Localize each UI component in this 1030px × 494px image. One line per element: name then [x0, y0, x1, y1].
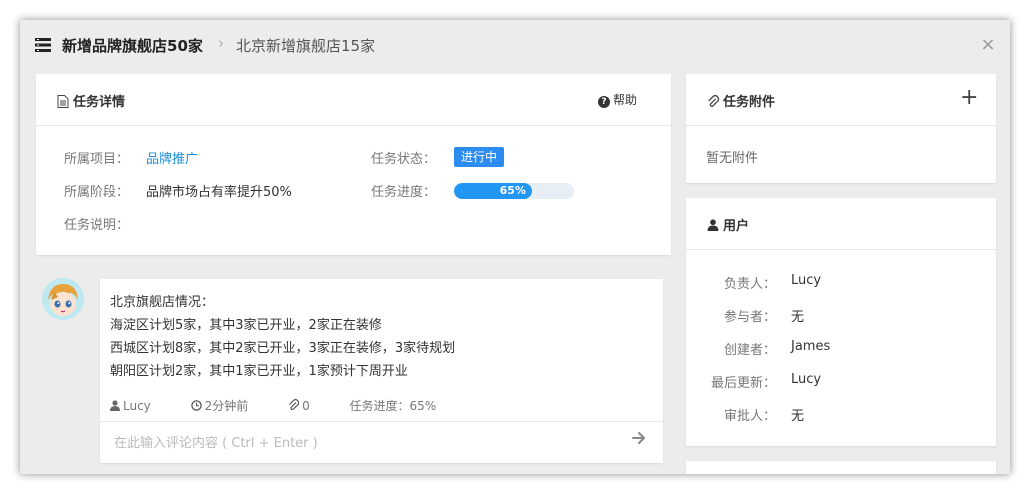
attachments-empty-text: 暂无附件 [706, 151, 759, 166]
comment-card: 北京旗舰店情况： 海淀区计划5家，其中3家已开业，2家正在装修 西城区计划8家，… [100, 279, 663, 463]
last-updated-value: Lucy [791, 372, 822, 387]
modal-header: 新增品牌旗舰店50家 › 北京新增旗舰店15家 × [20, 20, 1010, 72]
creator-value: James [791, 339, 831, 354]
task-attachments-title: 任务附件 [706, 91, 775, 110]
comment-input[interactable] [114, 432, 614, 454]
users-card: 用户 负责人： Lucy 参与者： 无 创建者： James 最后更新： Luc… [686, 198, 996, 446]
task-detail-title: 任务详情 [56, 91, 125, 110]
status-badge[interactable]: 进行中 [454, 147, 505, 167]
owner-value: Lucy [791, 273, 822, 288]
paperclip-icon [289, 398, 300, 411]
description-label: 任务说明： [64, 218, 130, 233]
document-icon [57, 95, 69, 108]
avatar[interactable] [42, 278, 84, 320]
question-icon: ? [598, 96, 610, 108]
task-modal: 新增品牌旗舰店50家 › 北京新增旗舰店15家 × 任务详情 ? 帮助 所属项目：… [20, 20, 1010, 474]
task-attachments-header: 任务附件 + [686, 74, 996, 126]
participants-label: 参与者： [723, 310, 776, 325]
comment-line: 西城区计划8家，其中2家已开业，3家正在装修，3家待规划 [110, 341, 456, 356]
comment-attachments[interactable]: 0 [288, 398, 331, 413]
comment-input-area [100, 421, 663, 463]
task-attachments-card: 任务附件 + 暂无附件 [686, 74, 996, 183]
project-link[interactable]: 品牌推广 [146, 148, 198, 167]
user-icon [110, 400, 120, 411]
creator-label: 创建者： [723, 343, 776, 358]
comment-line: 北京旗舰店情况： [110, 295, 215, 310]
task-attachments-title-text: 任务附件 [723, 95, 776, 110]
clock-icon [190, 400, 202, 411]
user-icon [707, 219, 719, 231]
comment-line: 海淀区计划5家，其中3家已开业，2家正在装修 [110, 318, 382, 333]
add-attachment-button[interactable]: + [960, 86, 978, 110]
comment-progress: 任务进度：65% [349, 399, 437, 413]
breadcrumb-parent-task[interactable]: 新增品牌旗舰店50家 [62, 35, 203, 56]
users-title: 用户 [706, 215, 749, 234]
stage-value: 品牌市场占有率提升50% [146, 185, 292, 200]
comment-line: 朝阳区计划2家，其中1家已开业，1家预计下周开业 [110, 364, 408, 379]
send-arrow-icon[interactable] [632, 431, 646, 445]
comment-author: Lucy [110, 399, 173, 413]
progress-bar-fill: 65% [454, 183, 532, 199]
progress-text: 65% [499, 184, 526, 197]
task-detail-header: 任务详情 ? 帮助 [36, 74, 671, 126]
help-label: 帮助 [613, 93, 638, 107]
approver-value: 无 [791, 409, 805, 424]
progress-label: 任务进度： [371, 185, 437, 200]
comment-meta: Lucy 2分钟前 0 任务进度：65% [110, 397, 454, 414]
comment-attachment-count: 0 [302, 399, 310, 413]
help-button[interactable]: ? 帮助 [598, 91, 637, 108]
comment-author-name: Lucy [123, 399, 151, 413]
comment-body: 北京旗舰店情况： 海淀区计划5家，其中3家已开业，2家正在装修 西城区计划8家，… [110, 291, 455, 383]
status-label: 任务状态： [371, 152, 437, 167]
next-panel-stub [686, 461, 996, 474]
project-label: 所属项目： [64, 152, 130, 167]
approver-label: 审批人： [723, 409, 776, 424]
user-avatar-image-icon [42, 278, 84, 320]
paperclip-icon [708, 95, 720, 108]
task-list-icon [35, 38, 51, 52]
progress-bar: 65% [454, 183, 574, 199]
last-updated-label: 最后更新： [710, 376, 776, 391]
close-button[interactable]: × [980, 34, 996, 56]
task-detail-card: 任务详情 ? 帮助 所属项目： 品牌推广 所属阶段： 品牌市场占有率提升50% 任… [36, 74, 671, 255]
comment-time: 2分钟前 [190, 399, 270, 413]
breadcrumb-current-task: 北京新增旗舰店15家 [236, 37, 376, 55]
users-title-text: 用户 [723, 219, 750, 234]
owner-label: 负责人： [723, 277, 776, 292]
stage-label: 所属阶段： [64, 185, 130, 200]
comment-time-text: 2分钟前 [204, 399, 249, 413]
users-header: 用户 [686, 198, 996, 250]
breadcrumb-separator-icon: › [218, 34, 224, 52]
participants-value: 无 [791, 310, 805, 325]
task-detail-title-text: 任务详情 [73, 95, 126, 110]
